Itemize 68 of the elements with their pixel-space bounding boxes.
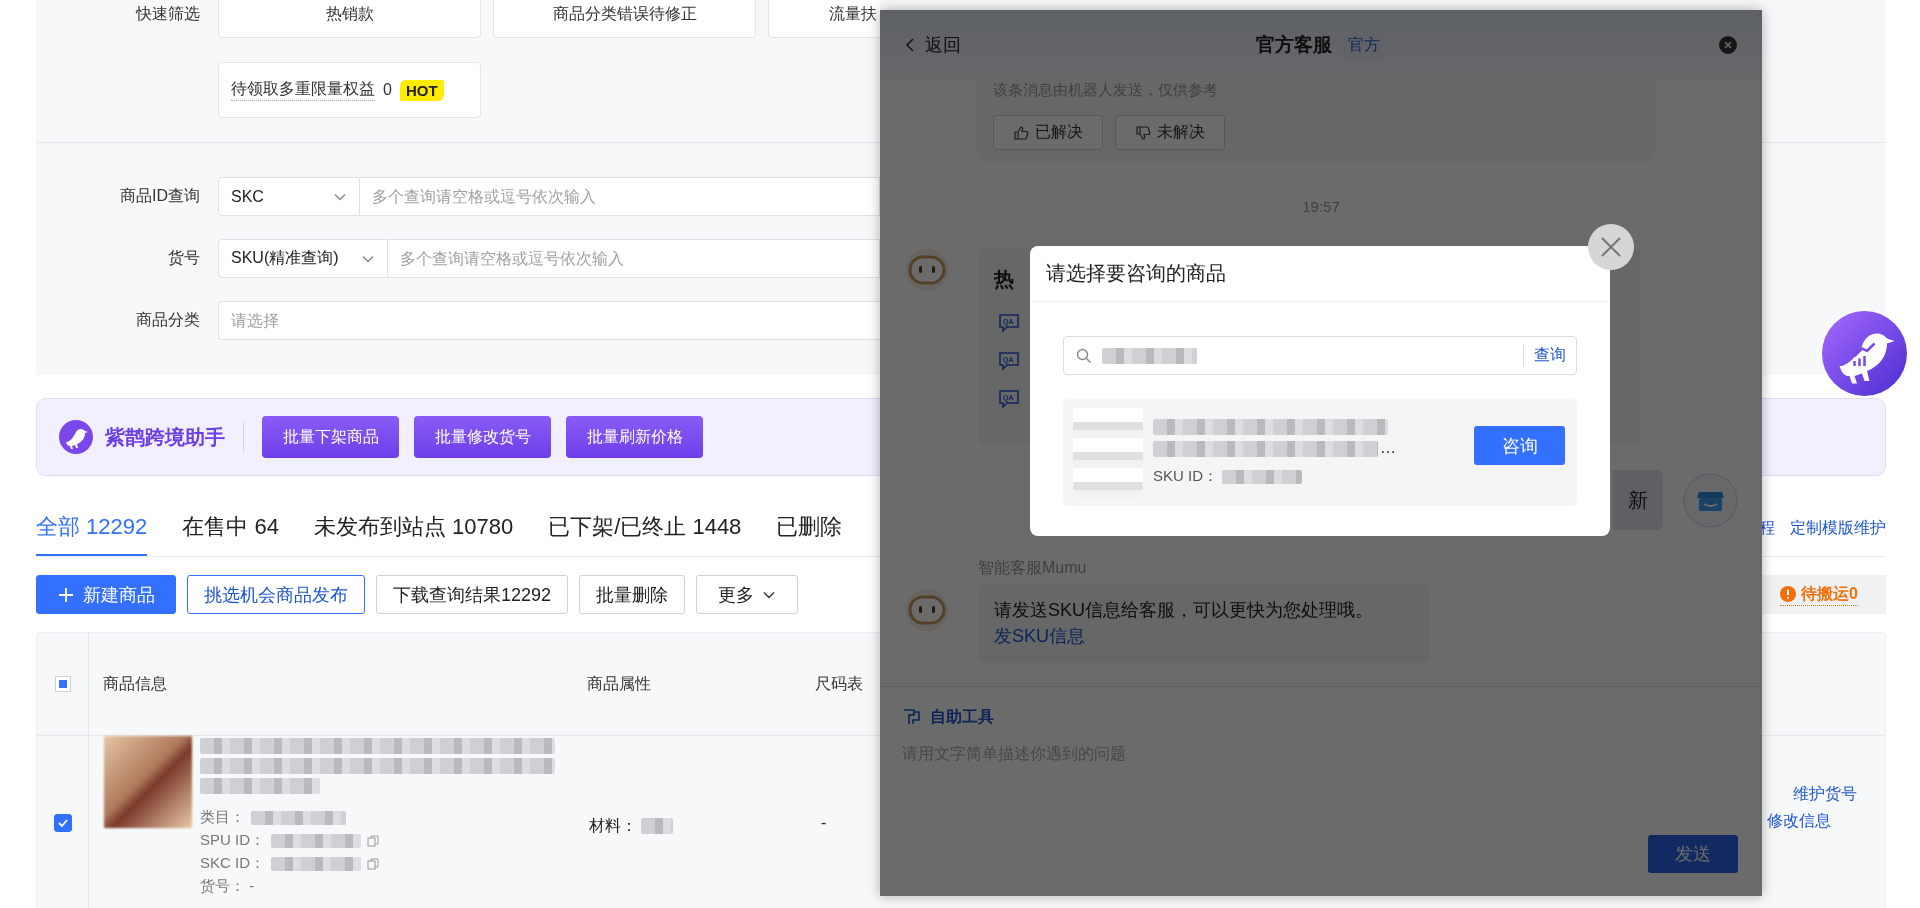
meta-label: SKC ID： <box>200 854 265 873</box>
robot-avatar-icon <box>905 588 949 632</box>
attribute-label: 材料： <box>589 815 637 836</box>
more-dropdown[interactable]: 更多 <box>696 575 799 614</box>
status-tab[interactable]: 未发布到站点 10780 <box>313 500 514 556</box>
hot-badge: HOT <box>399 79 444 101</box>
status-tab[interactable]: 全部 12292 <box>36 500 148 556</box>
action-link[interactable]: 维护货号 <box>1793 784 1857 805</box>
filter-chip[interactable]: 流量扶 <box>768 0 880 38</box>
toolbar-button[interactable]: 下载查询结果12292 <box>376 575 569 614</box>
column-header: 尺码表 <box>815 673 863 694</box>
sku-label: SKU ID： <box>1153 467 1218 486</box>
select-field[interactable]: 请选择 <box>218 301 880 340</box>
text-input[interactable]: 多个查询请空格或逗号依次输入 <box>360 177 880 216</box>
action-link[interactable]: 修改信息 <box>1767 811 1831 832</box>
select-field[interactable]: SKC <box>218 177 360 216</box>
status-tab[interactable]: 在售中 64 <box>182 500 279 556</box>
toolbar-button[interactable]: 批量删除 <box>579 575 686 614</box>
select-all-checkbox[interactable] <box>54 676 71 692</box>
select-field[interactable]: SKU(精准查询) <box>218 239 388 278</box>
ellipsis-text: … <box>1380 439 1396 457</box>
field-label: 商品分类 <box>135 310 201 330</box>
store-icon[interactable] <box>1683 472 1738 528</box>
message-text: 请发送SKU信息给客服，可以更快为您处理哦。 <box>994 600 1373 620</box>
toolbar-button[interactable]: 挑选机会商品发布 <box>187 575 365 614</box>
size-chart-value: - <box>821 814 827 831</box>
chat-title: 官方客服 <box>1256 33 1332 57</box>
meta-label: 类目： <box>200 808 245 827</box>
dialog-title: 请选择要咨询的商品 <box>1046 261 1226 286</box>
bulk-action-button[interactable]: 批量修改货号 <box>414 416 551 458</box>
back-chevron-icon <box>905 37 915 53</box>
filter-label: 快速筛选 <box>134 3 201 24</box>
assistant-name: 紫鹊跨境助手 <box>105 424 225 450</box>
close-icon[interactable] <box>1718 35 1738 55</box>
status-tab[interactable]: 已下架/已终止 1448 <box>548 500 742 556</box>
assistant-bird-icon[interactable] <box>1822 311 1907 396</box>
meta-label: SPU ID： <box>200 831 265 850</box>
redacted-text <box>641 818 673 834</box>
field-label: 商品ID查询 <box>119 186 201 206</box>
text-input[interactable]: 多个查询请空格或逗号依次输入 <box>388 239 880 278</box>
bird-logo-icon <box>59 420 93 454</box>
consult-button[interactable]: 咨询 <box>1474 426 1565 465</box>
bulk-action-button[interactable]: 批量刷新价格 <box>566 416 703 458</box>
benefit-filter-chip[interactable]: 待领取多重限量权益 0 HOT <box>218 62 481 118</box>
search-link[interactable]: 查询 <box>1523 345 1566 366</box>
robot-avatar-icon <box>905 248 949 292</box>
card-heading: 热 <box>994 267 1014 292</box>
warning-icon <box>1780 586 1796 602</box>
search-field[interactable]: 查询 <box>1063 336 1577 375</box>
close-icon[interactable] <box>1588 224 1634 270</box>
filter-chip[interactable]: 热销款 <box>218 0 481 38</box>
thumbs-up-icon <box>1013 124 1029 141</box>
status-tab[interactable]: 已删除 <box>776 500 843 556</box>
feedback-button[interactable]: 未解决 <box>1115 115 1225 150</box>
feedback-button[interactable]: 已解决 <box>993 115 1103 150</box>
new-product-button[interactable]: 新建商品 <box>36 575 176 614</box>
field-label: 货号 <box>167 248 201 268</box>
column-header: 商品属性 <box>587 673 651 694</box>
tool-icon <box>902 707 922 727</box>
filter-chip[interactable]: 商品分类错误待修正 <box>493 0 756 38</box>
bulk-action-button[interactable]: 批量下架商品 <box>262 416 399 458</box>
row-checkbox[interactable] <box>53 814 72 832</box>
thumbs-down-icon <box>1135 124 1151 141</box>
meta-label: 货号： - <box>200 877 255 896</box>
link[interactable]: 定制模版维护 <box>1790 500 1886 556</box>
search-icon <box>1076 347 1092 364</box>
column-header: 商品信息 <box>103 673 167 694</box>
plus-icon <box>57 585 75 604</box>
